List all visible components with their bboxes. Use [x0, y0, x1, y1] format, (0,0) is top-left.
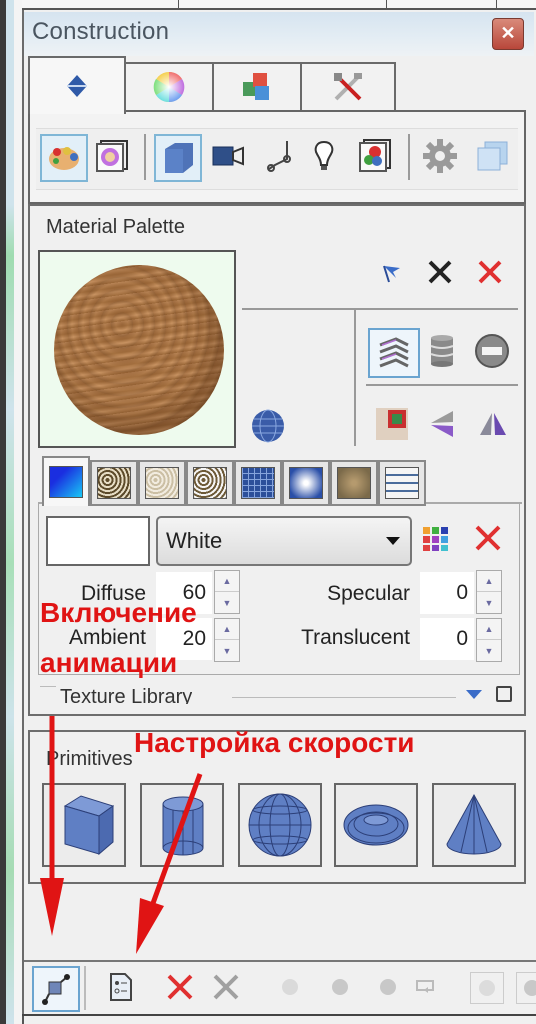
up-down-arrows-icon: [67, 75, 87, 97]
arrow-to-speed-button: [136, 773, 203, 954]
arrow-to-animation-button: [40, 716, 64, 936]
tab-construction[interactable]: [28, 56, 126, 114]
annotation-arrows: [40, 716, 203, 954]
